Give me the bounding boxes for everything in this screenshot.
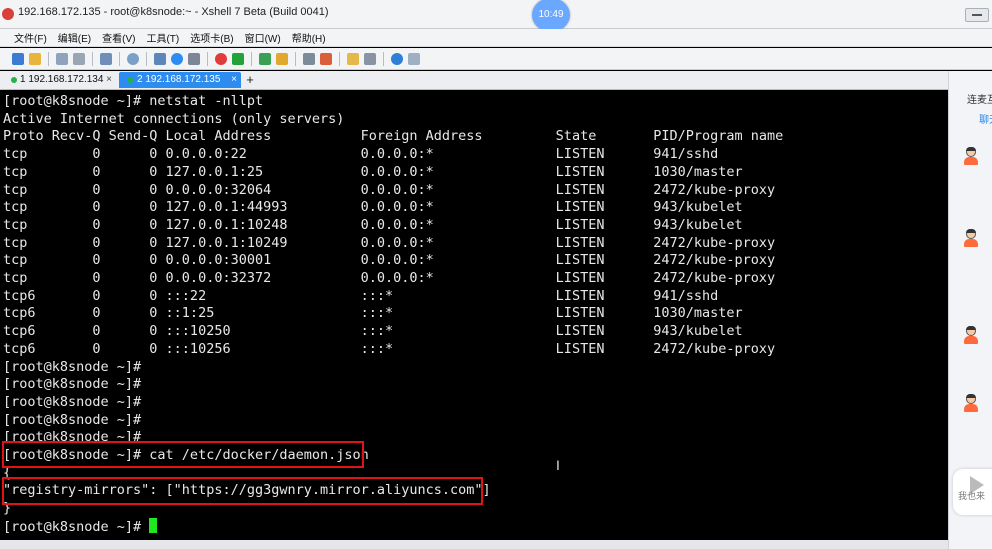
toolbar	[0, 48, 992, 70]
compose-bar-icon[interactable]	[303, 52, 315, 65]
find-icon[interactable]	[127, 52, 139, 65]
terminal-line: }	[3, 500, 12, 517]
layout-icon[interactable]	[364, 52, 376, 65]
toolbar-separator	[92, 51, 93, 66]
terminal-prompt: [root@k8snode ~]#	[3, 518, 150, 535]
toolbar-separator	[48, 51, 49, 66]
terminal-line: tcp 0 0 127.0.0.1:25 0.0.0.0:* LISTEN 10…	[3, 163, 743, 180]
connected-status-icon	[11, 77, 17, 83]
font-icon[interactable]	[188, 52, 200, 65]
title-bar: 192.168.172.135 - root@k8snode:~ - Xshel…	[0, 0, 992, 32]
terminal-line: Proto Recv-Q Send-Q Local Address Foreig…	[3, 128, 784, 145]
terminal-line: [root@k8snode ~]#	[3, 393, 142, 410]
terminal-line: tcp6 0 0 ::1:25 :::* LISTEN 1030/master	[3, 305, 743, 322]
terminal-area[interactable]: [root@k8snode ~]# netstat -nllpt Active …	[0, 90, 948, 540]
tab-session-1[interactable]: 1 192.168.172.134 ×	[4, 72, 114, 88]
terminal-line: tcp 0 0 0.0.0.0:30001 0.0.0.0:* LISTEN 2…	[3, 252, 776, 269]
session-tab-bar: 1 192.168.172.134 × 2 192.168.172.135 × …	[0, 71, 992, 90]
text-cursor-icon: I	[556, 457, 560, 473]
xshell-icon[interactable]	[232, 52, 244, 65]
terminal-line: tcp6 0 0 :::22 :::* LISTEN 941/sshd	[3, 287, 719, 304]
clock-badge: 10:49	[532, 0, 570, 32]
side-chat-panel: 连麦互 聊天 我也来	[948, 71, 992, 549]
status-bar	[0, 540, 948, 549]
toolbar-separator	[295, 51, 296, 66]
new-tab-button[interactable]: +	[243, 72, 257, 88]
terminal-line: tcp6 0 0 :::10250 :::* LISTEN 943/kubele…	[3, 323, 743, 340]
highlight-icon[interactable]	[320, 52, 332, 65]
tab-label: 1 192.168.172.134	[20, 74, 104, 85]
terminal-line: tcp 0 0 127.0.0.1:10249 0.0.0.0:* LISTEN…	[3, 234, 776, 251]
user-avatar	[963, 147, 979, 167]
close-tab-icon[interactable]: ×	[231, 72, 237, 88]
color-scheme-icon[interactable]	[171, 52, 183, 65]
terminal-line: "registry-mirrors": ["https://gg3gwnry.m…	[3, 482, 491, 499]
user-avatar	[963, 394, 979, 414]
menu-help[interactable]: 帮助(H)	[292, 30, 326, 45]
terminal-cursor	[149, 517, 158, 533]
properties-icon[interactable]	[154, 52, 166, 65]
toolbar-separator	[207, 51, 208, 66]
menu-file[interactable]: 文件(F)	[14, 30, 47, 45]
connected-status-icon	[127, 77, 133, 83]
toolbar-separator	[119, 51, 120, 66]
xftp-icon[interactable]	[215, 52, 227, 65]
user-avatar	[963, 229, 979, 249]
minimize-button[interactable]	[965, 8, 989, 22]
lock-icon[interactable]	[276, 52, 288, 65]
terminal-line: [root@k8snode ~]#	[3, 411, 142, 428]
terminal-line: [root@k8snode ~]# netstat -nllpt	[3, 93, 264, 109]
terminal-lines: [root@k8snode ~]# netstat -nllpt Active …	[3, 93, 783, 516]
connect-icon[interactable]	[56, 52, 68, 65]
disconnect-icon[interactable]	[73, 52, 85, 65]
tab-label: 2 192.168.172.135	[137, 74, 221, 85]
terminal-line: tcp 0 0 0.0.0.0:22 0.0.0.0:* LISTEN 941/…	[3, 146, 719, 163]
terminal-line: tcp6 0 0 :::10256 :::* LISTEN 2472/kube-…	[3, 340, 776, 357]
toolbar-separator	[251, 51, 252, 66]
fullscreen-icon[interactable]	[259, 52, 271, 65]
side-panel-bottom-label: 我也来	[958, 491, 986, 501]
side-panel-tab[interactable]: 聊天	[979, 111, 992, 126]
terminal-line: [root@k8snode ~]# cat /etc/docker/daemon…	[3, 447, 369, 464]
terminal-line: {	[3, 464, 12, 481]
chat-icon[interactable]	[408, 52, 420, 65]
toolbar-separator	[383, 51, 384, 66]
terminal-line: [root@k8snode ~]#	[3, 429, 142, 446]
menu-view[interactable]: 查看(V)	[102, 30, 135, 45]
user-avatar	[963, 326, 979, 346]
terminal-line: tcp 0 0 0.0.0.0:32064 0.0.0.0:* LISTEN 2…	[3, 181, 776, 198]
terminal-line: [root@k8snode ~]#	[3, 358, 142, 375]
terminal-line: [root@k8snode ~]#	[3, 376, 142, 393]
open-folder-icon[interactable]	[29, 52, 41, 65]
menu-tools[interactable]: 工具(T)	[146, 30, 179, 45]
menu-bar: 文件(F) 编辑(E) 查看(V) 工具(T) 选项卡(B) 窗口(W) 帮助(…	[0, 29, 992, 47]
terminal-line: tcp 0 0 0.0.0.0:32372 0.0.0.0:* LISTEN 2…	[3, 270, 776, 287]
menu-edit[interactable]: 编辑(E)	[58, 30, 91, 45]
new-session-icon[interactable]	[12, 52, 24, 65]
close-tab-icon[interactable]: ×	[106, 72, 112, 88]
xshell-app-icon	[2, 8, 14, 20]
terminal-line: tcp 0 0 127.0.0.1:44993 0.0.0.0:* LISTEN…	[3, 199, 743, 216]
terminal-output[interactable]: [root@k8snode ~]# netstat -nllpt Active …	[3, 93, 783, 537]
side-panel-title: 连麦互	[967, 95, 992, 106]
toolbar-separator	[146, 51, 147, 66]
window-title: 192.168.172.135 - root@k8snode:~ - Xshel…	[18, 6, 329, 18]
menu-window[interactable]: 窗口(W)	[245, 30, 281, 45]
tab-session-2[interactable]: 2 192.168.172.135 ×	[119, 72, 241, 88]
terminal-line: tcp 0 0 127.0.0.1:10248 0.0.0.0:* LISTEN…	[3, 216, 743, 233]
menu-tabs[interactable]: 选项卡(B)	[190, 30, 233, 45]
toolbar-separator	[339, 51, 340, 66]
script-icon[interactable]	[347, 52, 359, 65]
terminal-line: Active Internet connections (only server…	[3, 110, 345, 127]
reconnect-icon[interactable]	[100, 52, 112, 65]
help-icon[interactable]	[391, 52, 403, 65]
